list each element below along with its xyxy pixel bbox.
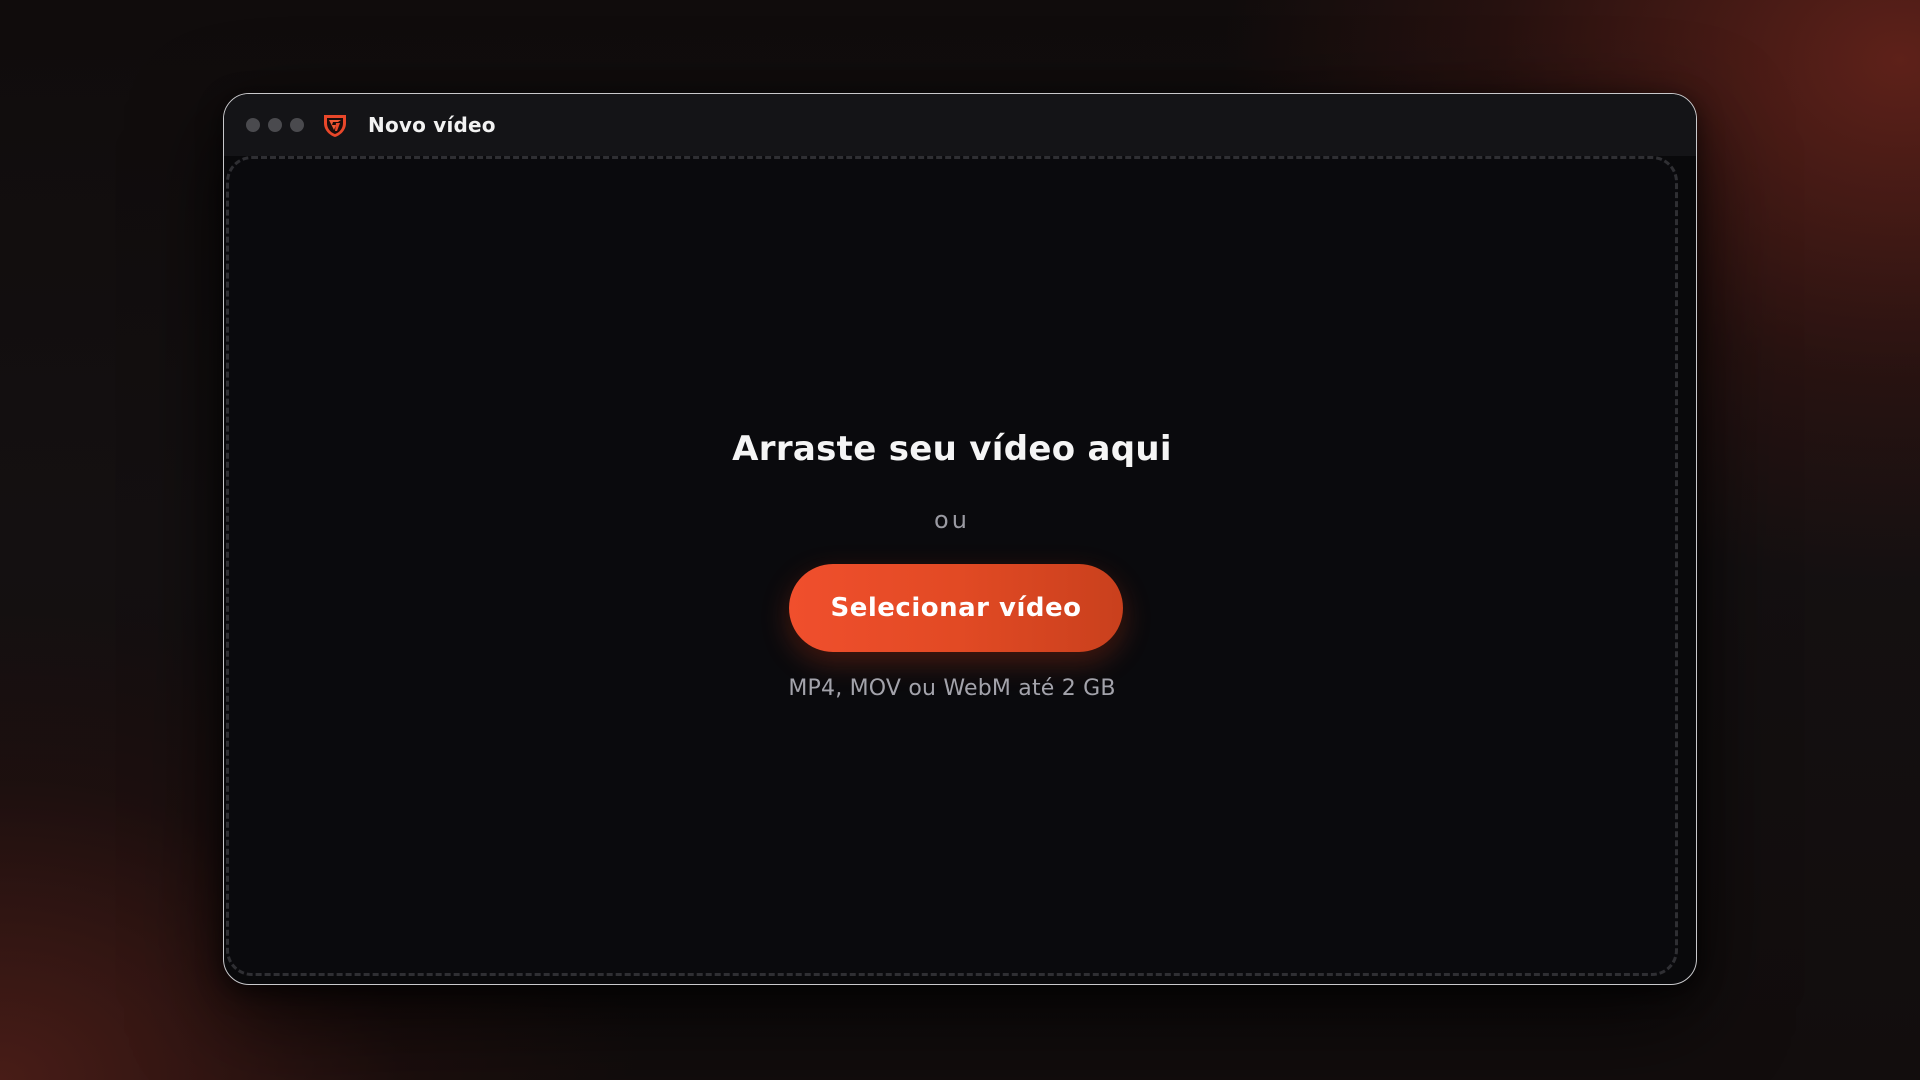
- title-bar: Novo vídeo: [224, 94, 1696, 156]
- select-video-button[interactable]: Selecionar vídeo: [789, 564, 1123, 652]
- drop-zone-content: Arraste seu vídeo aqui ou Selecionar víd…: [229, 159, 1675, 973]
- minimize-window-button[interactable]: [268, 118, 282, 132]
- window-title: Novo vídeo: [368, 113, 496, 137]
- video-drop-zone[interactable]: Arraste seu vídeo aqui ou Selecionar víd…: [226, 156, 1678, 976]
- window-controls: [246, 118, 304, 132]
- maximize-window-button[interactable]: [290, 118, 304, 132]
- drop-zone-heading: Arraste seu vídeo aqui: [732, 429, 1172, 469]
- app-window: Novo vídeo Arraste seu vídeo aqui ou Sel…: [223, 93, 1697, 985]
- drop-zone-separator: ou: [934, 506, 970, 534]
- close-window-button[interactable]: [246, 118, 260, 132]
- supported-formats-hint: MP4, MOV ou WebM até 2 GB: [788, 676, 1116, 701]
- shield-logo-icon: [320, 110, 350, 140]
